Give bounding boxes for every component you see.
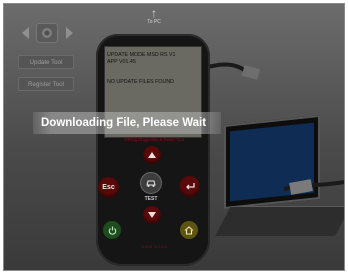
test-label: TEST [144,196,158,202]
esc-button[interactable]: Esc [98,177,119,198]
test-button[interactable] [140,172,162,194]
screen-line: APP V01.45 [107,59,136,65]
screen-line: NO UPDATE FILES FOUND [107,79,175,85]
device-footer-label: MADE IN USA [140,244,167,249]
usb-port-label: ↑ To PC [143,6,165,30]
device-brand-label: OPDig Diagnostic & Reset Tool [124,137,184,142]
arrow-up-icon [148,152,156,158]
enter-button[interactable] [179,176,200,197]
power-button[interactable] [103,221,121,239]
enter-icon [185,182,195,189]
home-button[interactable] [180,221,198,239]
arrow-up-icon: ↑ [151,6,157,20]
arrow-down-icon [148,212,156,218]
car-icon [146,180,156,187]
screen-line: UPDATE MODE MSD RS V1 [107,52,176,58]
down-button[interactable] [143,206,161,224]
app-window: Update Tool Register Tool ↑ To PC UPDATE… [3,3,345,271]
home-icon [184,225,194,235]
status-message: Downloading File, Please Wait [41,117,207,129]
power-icon [108,226,116,235]
up-button[interactable] [143,146,161,164]
usb-label: To PC [147,19,161,25]
